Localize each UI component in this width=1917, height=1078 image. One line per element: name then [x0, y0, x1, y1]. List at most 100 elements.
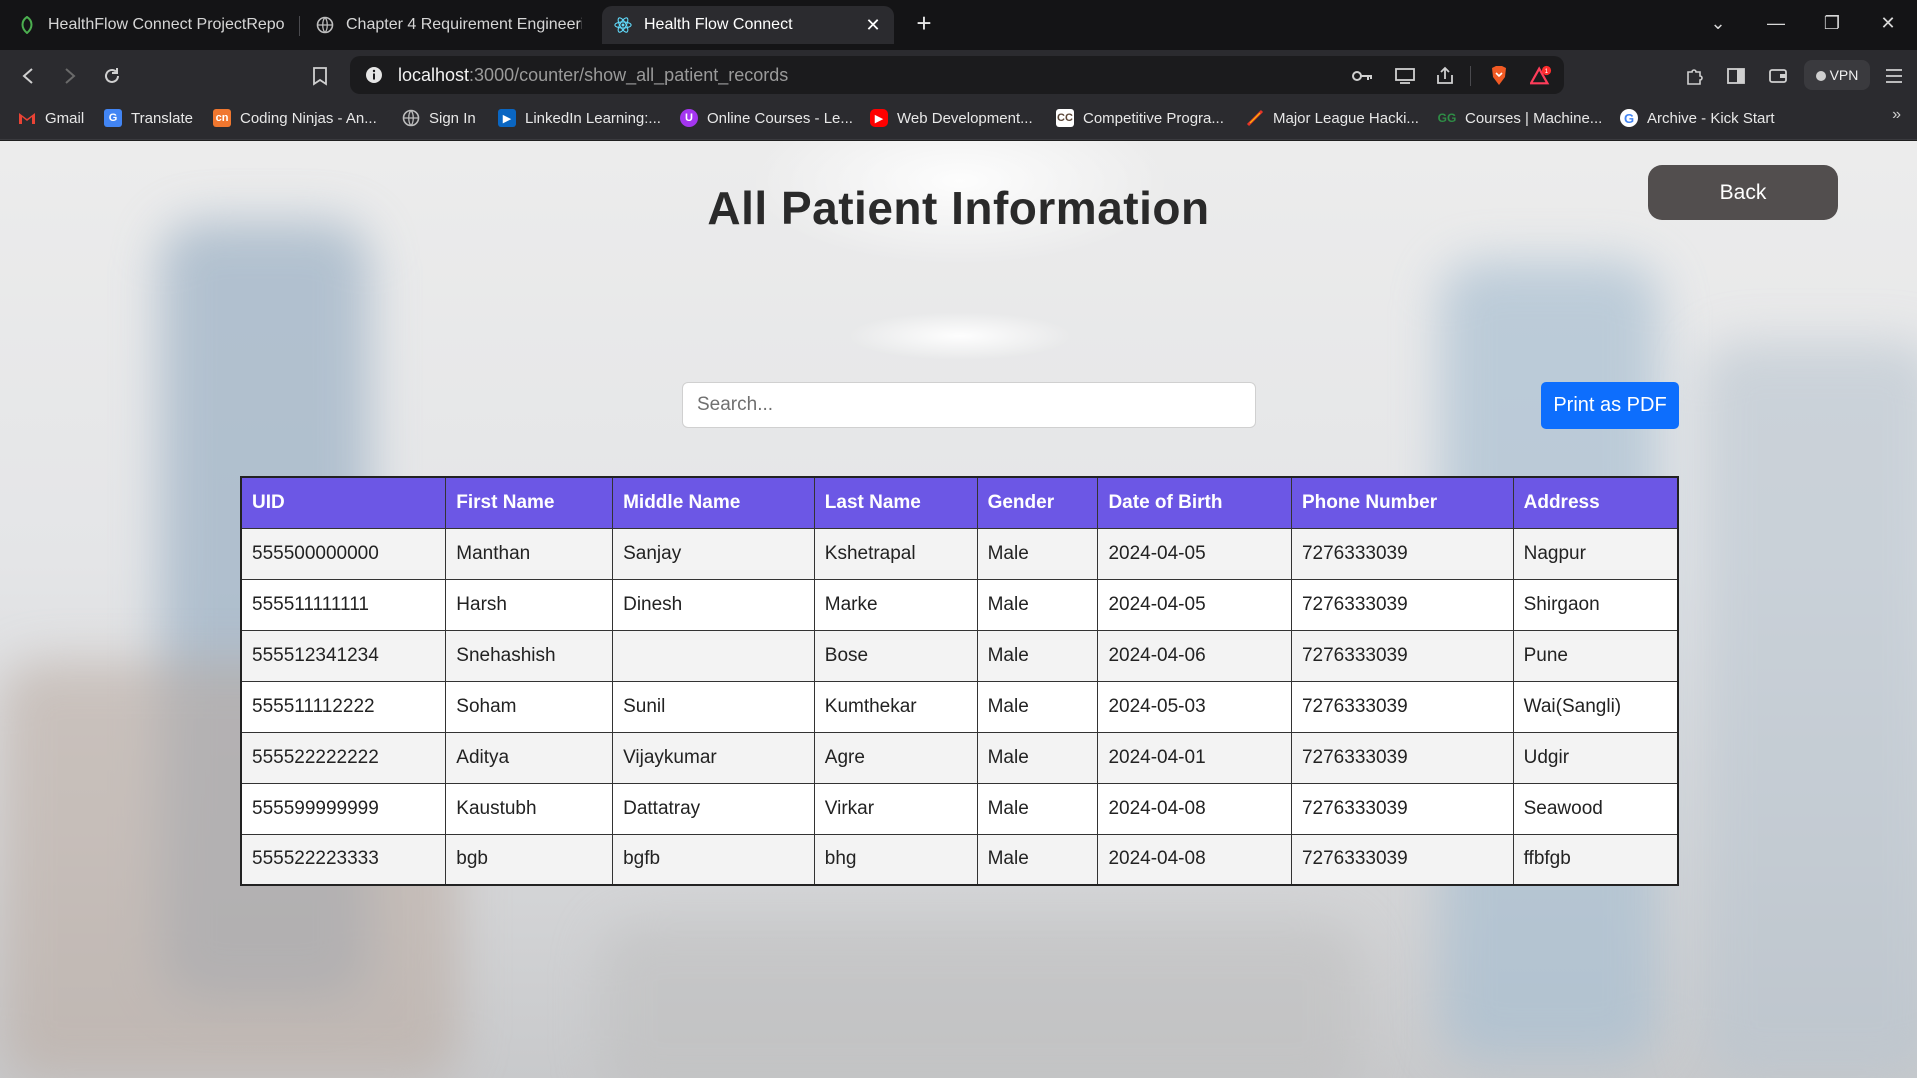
codechef-icon: CC — [1056, 109, 1074, 127]
column-header-uid[interactable]: UID — [240, 476, 447, 529]
cell-gender: Male — [976, 782, 1099, 835]
gmail-icon — [18, 109, 36, 127]
cell-uid: 555500000000 — [240, 527, 447, 580]
wallet-icon[interactable] — [1764, 62, 1792, 90]
cell-first-name: Soham — [445, 680, 614, 733]
table-row[interactable]: 555500000000 Manthan Sanjay Kshetrapal M… — [240, 527, 1679, 580]
vpn-status-icon — [1815, 71, 1826, 81]
youtube-icon: ▶ — [870, 109, 888, 127]
column-header-phone-number[interactable]: Phone Number — [1290, 476, 1514, 529]
tab-search-chevron-icon[interactable]: ⌄ — [1696, 6, 1740, 40]
brave-shields-icon[interactable] — [1488, 65, 1510, 87]
bookmark-translate[interactable]: G Translate — [104, 100, 193, 136]
back-button[interactable]: Back — [1648, 165, 1838, 220]
url-text[interactable]: localhost:3000/counter/show_all_patient_… — [398, 56, 788, 94]
bookmark-competitive-programming[interactable]: CC Competitive Progra... — [1056, 100, 1224, 136]
bookmark-label: Sign In — [429, 109, 476, 127]
reload-icon[interactable] — [98, 62, 126, 90]
udemy-icon: U — [680, 109, 698, 127]
bookmark-label: Archive - Kick Start — [1647, 109, 1775, 127]
geeksforgeeks-icon: GG — [1437, 111, 1457, 125]
tab-chapter-4[interactable]: Chapter 4 Requirement Engineering — [304, 6, 594, 44]
site-info-icon[interactable] — [364, 65, 384, 85]
patient-table: UID First Name Middle Name Last Name Gen… — [240, 476, 1679, 886]
column-header-date-of-birth[interactable]: Date of Birth — [1097, 476, 1292, 529]
minimize-window-icon[interactable]: — — [1754, 6, 1798, 40]
table-row[interactable]: 555512341234 Snehashish Bose Male 2024-0… — [240, 629, 1679, 682]
omnibox-divider — [1470, 66, 1471, 86]
close-window-icon[interactable]: ✕ — [1866, 6, 1910, 40]
bookmark-gmail[interactable]: Gmail — [18, 100, 84, 136]
cell-last-name: Marke — [813, 578, 978, 631]
cell-address: Udgir — [1512, 731, 1679, 784]
column-header-middle-name[interactable]: Middle Name — [612, 476, 815, 529]
extensions-icon[interactable] — [1680, 62, 1708, 90]
column-header-first-name[interactable]: First Name — [445, 476, 614, 529]
table-row[interactable]: 555522223333 bgb bgfb bhg Male 2024-04-0… — [240, 833, 1679, 886]
bookmark-label: Online Courses - Le... — [707, 109, 853, 127]
table-row[interactable]: 555522222222 Aditya Vijaykumar Agre Male… — [240, 731, 1679, 784]
bookmarks-bar: Gmail G Translate cn Coding Ninjas - An...… — [0, 100, 1917, 140]
google-icon: G — [1620, 109, 1638, 127]
cell-uid: 555522223333 — [240, 833, 447, 886]
cell-date-of-birth: 2024-04-08 — [1097, 833, 1292, 886]
cell-uid: 555512341234 — [240, 629, 447, 682]
share-icon[interactable] — [1434, 65, 1456, 87]
sidebar-toggle-icon[interactable] — [1722, 62, 1750, 90]
close-tab-icon[interactable]: ✕ — [864, 16, 882, 34]
bookmark-udemy[interactable]: U Online Courses - Le... — [680, 100, 853, 136]
bookmark-major-league-hacking[interactable]: Major League Hacki... — [1246, 100, 1419, 136]
cell-first-name: Harsh — [445, 578, 614, 631]
table-row[interactable]: 555599999999 Kaustubh Dattatray Virkar M… — [240, 782, 1679, 835]
tab-title: HealthFlow Connect ProjectReport - — [48, 16, 284, 33]
url-host: localhost — [398, 65, 470, 85]
bookmark-label: Competitive Progra... — [1083, 109, 1224, 127]
password-key-icon[interactable] — [1352, 65, 1374, 87]
bookmarks-overflow-icon[interactable]: » — [1892, 106, 1901, 124]
tab-title: Health Flow Connect — [644, 16, 793, 33]
cell-first-name: Snehashish — [445, 629, 614, 682]
mlh-icon — [1246, 109, 1264, 127]
bookmark-linkedin-learning[interactable]: ▶ LinkedIn Learning:... — [498, 100, 661, 136]
table-row[interactable]: 555511112222 Soham Sunil Kumthekar Male … — [240, 680, 1679, 733]
cell-date-of-birth: 2024-04-01 — [1097, 731, 1292, 784]
restore-window-icon[interactable]: ❐ — [1810, 6, 1854, 40]
bookmark-label: Courses | Machine... — [1465, 109, 1603, 127]
search-input[interactable] — [682, 382, 1256, 428]
table-row[interactable]: 555511111111 Harsh Dinesh Marke Male 202… — [240, 578, 1679, 631]
bookmark-label: LinkedIn Learning:... — [525, 109, 661, 127]
forward-nav-icon[interactable] — [56, 62, 84, 90]
cell-middle-name: Vijaykumar — [612, 731, 815, 784]
cast-icon[interactable] — [1394, 65, 1416, 87]
new-tab-button[interactable]: + — [910, 10, 938, 38]
cell-address: Seawood — [1512, 782, 1679, 835]
bookmark-web-development[interactable]: ▶ Web Development... — [870, 100, 1033, 136]
cell-date-of-birth: 2024-04-06 — [1097, 629, 1292, 682]
back-nav-icon[interactable] — [14, 62, 42, 90]
tab-title: Chapter 4 Requirement Engineering — [346, 16, 582, 33]
cell-last-name: Kshetrapal — [813, 527, 978, 580]
bookmark-icon[interactable] — [306, 62, 334, 90]
menu-icon[interactable] — [1880, 62, 1908, 90]
address-bar[interactable]: localhost:3000/counter/show_all_patient_… — [350, 56, 1564, 94]
brave-rewards-icon[interactable]: 1 — [1530, 65, 1552, 87]
coding-ninjas-icon: cn — [213, 109, 231, 127]
cell-gender: Male — [976, 527, 1099, 580]
cell-first-name: Kaustubh — [445, 782, 614, 835]
cell-last-name: Virkar — [813, 782, 978, 835]
bookmark-sign-in[interactable]: Sign In — [402, 100, 476, 136]
cell-middle-name: Sanjay — [612, 527, 815, 580]
tab-healthflow-report[interactable]: HealthFlow Connect ProjectReport - — [6, 6, 296, 44]
background-right-door — [1700, 341, 1917, 1078]
vpn-button[interactable]: VPN — [1804, 60, 1870, 90]
print-as-pdf-button[interactable]: Print as PDF — [1541, 382, 1679, 429]
tab-health-flow-connect[interactable]: Health Flow Connect ✕ — [602, 6, 894, 44]
bookmark-coding-ninjas[interactable]: cn Coding Ninjas - An... — [213, 100, 377, 136]
bookmark-courses-machine[interactable]: GG Courses | Machine... — [1437, 100, 1603, 136]
column-header-last-name[interactable]: Last Name — [813, 476, 978, 529]
column-header-address[interactable]: Address — [1512, 476, 1679, 529]
column-header-gender[interactable]: Gender — [976, 476, 1099, 529]
page-title: All Patient Information — [707, 182, 1210, 234]
bookmark-label: Coding Ninjas - An... — [240, 109, 377, 127]
bookmark-archive-kick-start[interactable]: G Archive - Kick Start — [1620, 100, 1775, 136]
